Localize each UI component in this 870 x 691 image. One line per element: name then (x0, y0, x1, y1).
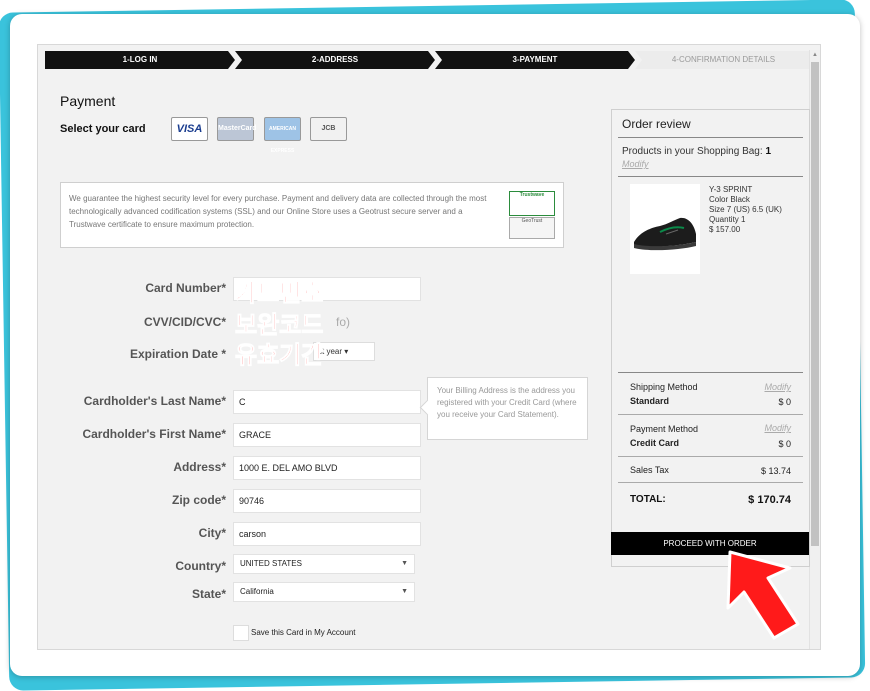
page-title: Payment (60, 93, 116, 109)
jcb-card-icon[interactable]: JCB (310, 117, 347, 141)
modify-shipping-link[interactable]: Modify (764, 382, 791, 392)
city-input[interactable]: carson (233, 522, 421, 546)
step-confirmation: 4-CONFIRMATION DETAILS (635, 51, 812, 69)
last-name-label: Cardholder's Last Name* (83, 394, 226, 408)
scroll-thumb[interactable] (811, 62, 819, 546)
state-select[interactable]: California ▼ (233, 582, 415, 602)
modify-payment-link[interactable]: Modify (764, 423, 791, 433)
sales-tax-label: Sales Tax (630, 465, 669, 475)
country-label: Country* (175, 559, 226, 573)
annotation-card-number: 카드번호 (234, 279, 324, 308)
security-notice: We guarantee the highest security level … (60, 182, 564, 248)
security-text: We guarantee the highest security level … (69, 194, 487, 229)
card-number-label: Card Number* (145, 281, 226, 295)
product-image (630, 184, 700, 274)
cvv-info-link[interactable]: fo) (336, 315, 350, 329)
visa-card-icon[interactable]: VISA (171, 117, 208, 141)
cvv-label: CVV/CID/CVC* (143, 315, 226, 329)
first-name-label: Cardholder's First Name* (82, 427, 226, 441)
checkout-page: 1-LOG IN 2-ADDRESS 3-PAYMENT 4-CONFIRMAT… (37, 44, 821, 650)
save-card-label[interactable]: Save this Card in My Account (251, 628, 356, 637)
address-label: Address* (173, 460, 226, 474)
annotation-expiration: 유효기간 (234, 341, 324, 370)
mastercard-icon[interactable]: MasterCard (217, 117, 257, 141)
product-color: Color Black (709, 195, 750, 204)
total-label: TOTAL: (630, 494, 666, 505)
sales-tax-value: $ 13.74 (760, 466, 791, 476)
shipping-cost: $ 0 (778, 397, 791, 407)
order-review-panel: Order review Products in your Shopping B… (611, 109, 810, 567)
zip-input[interactable]: 90746 (233, 489, 421, 513)
checkout-steps: 1-LOG IN 2-ADDRESS 3-PAYMENT 4-CONFIRMAT… (45, 51, 812, 69)
chevron-down-icon: ▼ (401, 560, 408, 567)
address-input[interactable]: 1000 E. DEL AMO BLVD (233, 456, 421, 480)
product-name: Y-3 SPRINT (709, 185, 753, 194)
expiration-label: Expiration Date * (129, 347, 226, 361)
step-address[interactable]: 2-ADDRESS (235, 51, 435, 69)
first-name-input[interactable]: GRACE (233, 423, 421, 447)
product-size: Size 7 (US) 6.5 (UK) (709, 205, 782, 214)
chevron-down-icon: ▼ (401, 588, 408, 595)
country-select[interactable]: UNITED STATES ▼ (233, 554, 415, 574)
divider (618, 456, 803, 457)
billing-address-tooltip: Your Billing Address is the address you … (427, 377, 588, 440)
country-value: UNITED STATES (240, 559, 302, 568)
chevron-down-icon: ▾ (344, 347, 349, 356)
divider (618, 176, 803, 177)
trustwave-badge-icon: Trustwave (509, 191, 555, 216)
step-payment[interactable]: 3-PAYMENT (435, 51, 635, 69)
modify-bag-link[interactable]: Modify (622, 159, 649, 169)
divider (618, 414, 803, 415)
product-details: Y-3 SPRINT Color Black Size 7 (US) 6.5 (… (709, 185, 782, 235)
shipping-method-label: Shipping Method (630, 382, 698, 392)
state-label: State* (191, 587, 226, 601)
divider (618, 137, 803, 138)
red-arrow-icon (726, 550, 800, 640)
product-quantity: Quantity 1 (709, 215, 746, 224)
product-price: $ 157.00 (709, 225, 741, 234)
bag-text: Products in your Shopping Bag: (622, 146, 763, 157)
payment-cost: $ 0 (778, 439, 791, 449)
divider (618, 482, 803, 483)
divider (618, 372, 803, 373)
step-login[interactable]: 1-LOG IN (45, 51, 235, 69)
geotrust-badge-icon: GeoTrust (509, 217, 555, 239)
select-card-label: Select your card (60, 123, 146, 135)
amex-card-icon[interactable]: AMERICAN EXPRESS (264, 117, 301, 154)
payment-method-value: Credit Card (630, 438, 680, 448)
payment-method-label: Payment Method (630, 424, 699, 434)
scroll-up-icon[interactable]: ▲ (810, 50, 820, 60)
bag-count: 1 (765, 146, 771, 157)
total-value: $ 170.74 (748, 494, 791, 506)
order-review-title: Order review (622, 117, 691, 131)
shopping-bag-summary: Products in your Shopping Bag: 1 (622, 146, 771, 157)
last-name-input[interactable]: C (233, 390, 421, 414)
shipping-method-value: Standard (630, 396, 670, 406)
save-card-checkbox[interactable] (233, 625, 249, 641)
state-value: California (240, 587, 274, 596)
city-label: City* (198, 526, 226, 540)
zip-label: Zip code* (171, 493, 226, 507)
